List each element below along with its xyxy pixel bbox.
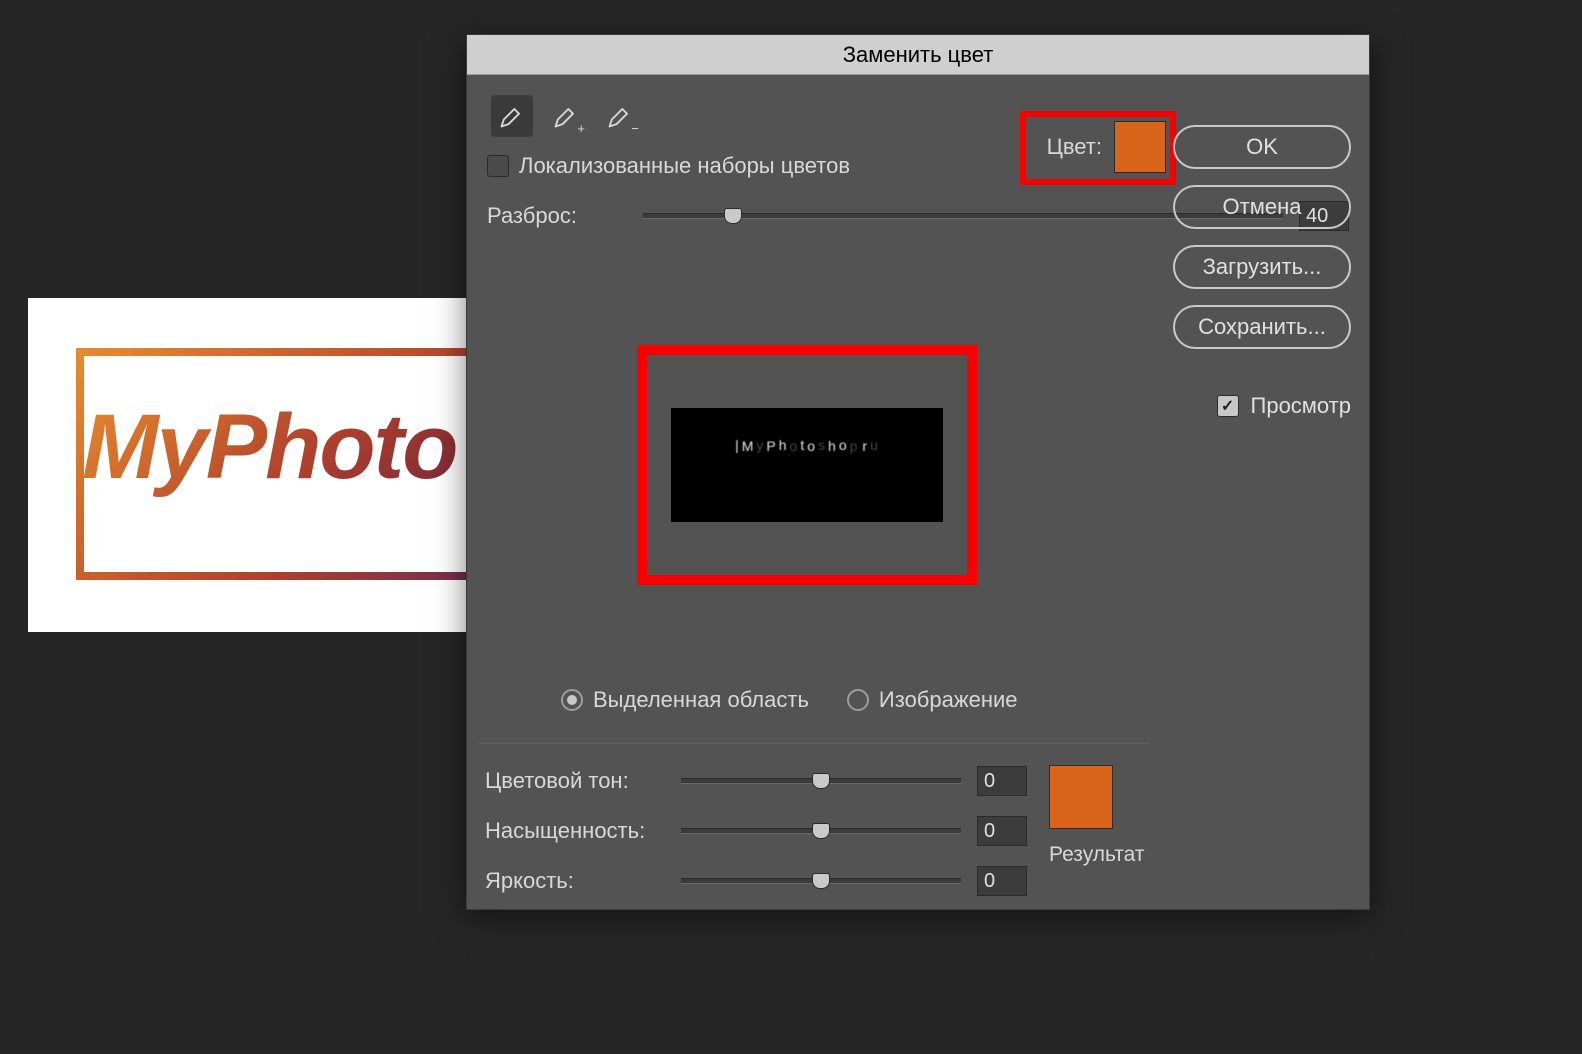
eyedropper-subtract-button[interactable]: − (599, 95, 641, 137)
color-label: Цвет: (1047, 134, 1102, 160)
preview-mask[interactable]: |MyPhotoshop ru (671, 408, 943, 522)
fuzziness-label: Разброс: (487, 203, 627, 229)
radio-icon (847, 689, 869, 711)
eyedropper-button[interactable] (491, 95, 533, 137)
selected-color-group: Цвет: (1047, 121, 1166, 173)
eyedropper-icon (498, 102, 526, 130)
image-radio-label: Изображение (879, 687, 1018, 713)
preview-mask-detail: |MyPhotoshop ru (735, 438, 879, 454)
eyedropper-icon (606, 102, 634, 130)
canvas-text: MyPhoto (82, 395, 456, 500)
replace-color-dialog: Заменить цвет + − Цвет: Локализованные (466, 34, 1370, 910)
cancel-button[interactable]: Отмена (1173, 185, 1351, 229)
slider-thumb[interactable] (724, 208, 742, 224)
eyedropper-icon (552, 102, 580, 130)
localized-clusters-label: Локализованные наборы цветов (519, 153, 850, 179)
color-swatch[interactable] (1114, 121, 1166, 173)
preview-mode-group: Выделенная область Изображение (561, 687, 1018, 713)
preview-checkbox[interactable]: ✓ (1217, 395, 1239, 417)
lightness-slider[interactable] (681, 878, 961, 884)
preview-checkbox-row: ✓ Просмотр (1217, 393, 1351, 419)
saturation-slider[interactable] (681, 828, 961, 834)
load-button[interactable]: Загрузить... (1173, 245, 1351, 289)
hue-slider[interactable] (681, 778, 961, 784)
lightness-input[interactable] (977, 866, 1027, 896)
radio-icon (561, 689, 583, 711)
divider (479, 743, 1149, 744)
preview-checkbox-label: Просмотр (1251, 393, 1351, 419)
hue-input[interactable] (977, 766, 1027, 796)
slider-thumb[interactable] (812, 823, 830, 839)
slider-thumb[interactable] (812, 773, 830, 789)
result-swatch[interactable] (1049, 765, 1113, 829)
dialog-title: Заменить цвет (467, 35, 1369, 75)
eyedropper-add-button[interactable]: + (545, 95, 587, 137)
localized-clusters-checkbox[interactable] (487, 155, 509, 177)
saturation-input[interactable] (977, 816, 1027, 846)
dialog-buttons: OK Отмена Загрузить... Сохранить... (1173, 125, 1351, 349)
image-radio[interactable]: Изображение (847, 687, 1018, 713)
dialog-body: + − Цвет: Локализованные наборы цветов Р… (467, 75, 1369, 909)
saturation-label: Насыщенность: (485, 818, 665, 844)
result-group: Результат (1049, 765, 1159, 867)
selection-radio-label: Выделенная область (593, 687, 809, 713)
lightness-row: Яркость: (485, 865, 1169, 897)
selection-preview: |MyPhotoshop ru (637, 345, 977, 585)
slider-thumb[interactable] (812, 873, 830, 889)
minus-icon: − (631, 121, 639, 136)
ok-button[interactable]: OK (1173, 125, 1351, 169)
plus-icon: + (577, 121, 585, 136)
selection-radio[interactable]: Выделенная область (561, 687, 809, 713)
lightness-label: Яркость: (485, 868, 665, 894)
result-label: Результат (1049, 843, 1159, 867)
save-button[interactable]: Сохранить... (1173, 305, 1351, 349)
hue-label: Цветовой тон: (485, 768, 665, 794)
